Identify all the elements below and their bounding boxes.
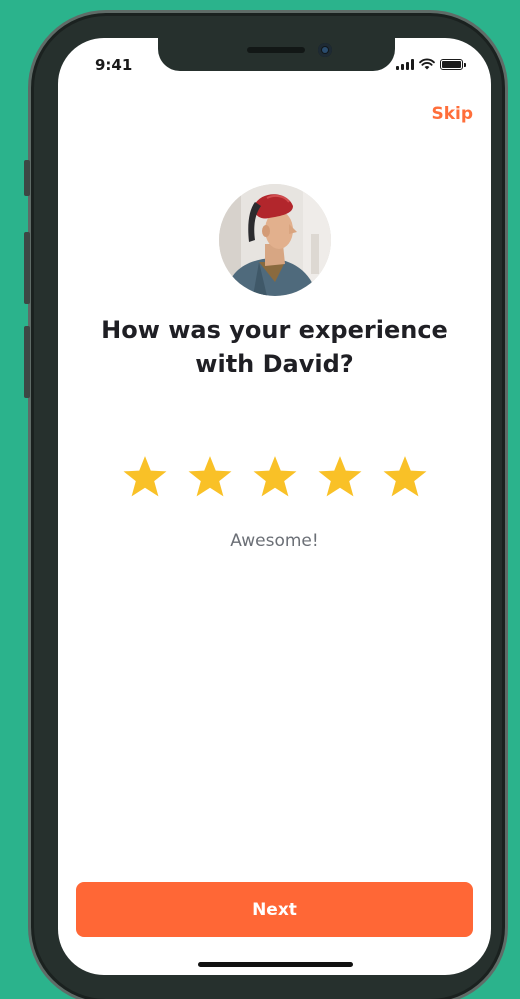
star-5-icon[interactable] [382, 453, 428, 499]
status-icons [396, 58, 466, 70]
next-button[interactable]: Next [76, 882, 473, 937]
mute-switch [24, 160, 30, 196]
battery-icon [440, 58, 466, 70]
status-time: 9:41 [95, 56, 133, 74]
phone-screen: 9:41 Skip How was your experience with D… [58, 38, 491, 975]
home-indicator[interactable] [198, 962, 353, 967]
star-1-icon[interactable] [122, 453, 168, 499]
star-4-icon[interactable] [317, 453, 363, 499]
front-camera-icon [318, 43, 332, 57]
rating-label: Awesome! [230, 531, 319, 551]
app-stage: 9:41 Skip How was your experience with D… [0, 0, 520, 999]
cellular-signal-icon [396, 58, 414, 70]
question-line-2: with David? [195, 350, 354, 378]
user-photo-avatar [219, 184, 331, 296]
volume-down-button [24, 326, 30, 398]
star-3-icon[interactable] [252, 453, 298, 499]
star-rating [58, 453, 491, 499]
battery-level [442, 60, 461, 68]
notch [158, 38, 395, 71]
rating-question: How was your experience with David? [58, 313, 491, 381]
user-avatar [219, 184, 331, 296]
wifi-icon [419, 58, 435, 70]
question-line-1: How was your experience [101, 316, 448, 344]
volume-up-button [24, 232, 30, 304]
star-2-icon[interactable] [187, 453, 233, 499]
skip-button[interactable]: Skip [431, 104, 473, 124]
speaker-grille [247, 47, 305, 53]
